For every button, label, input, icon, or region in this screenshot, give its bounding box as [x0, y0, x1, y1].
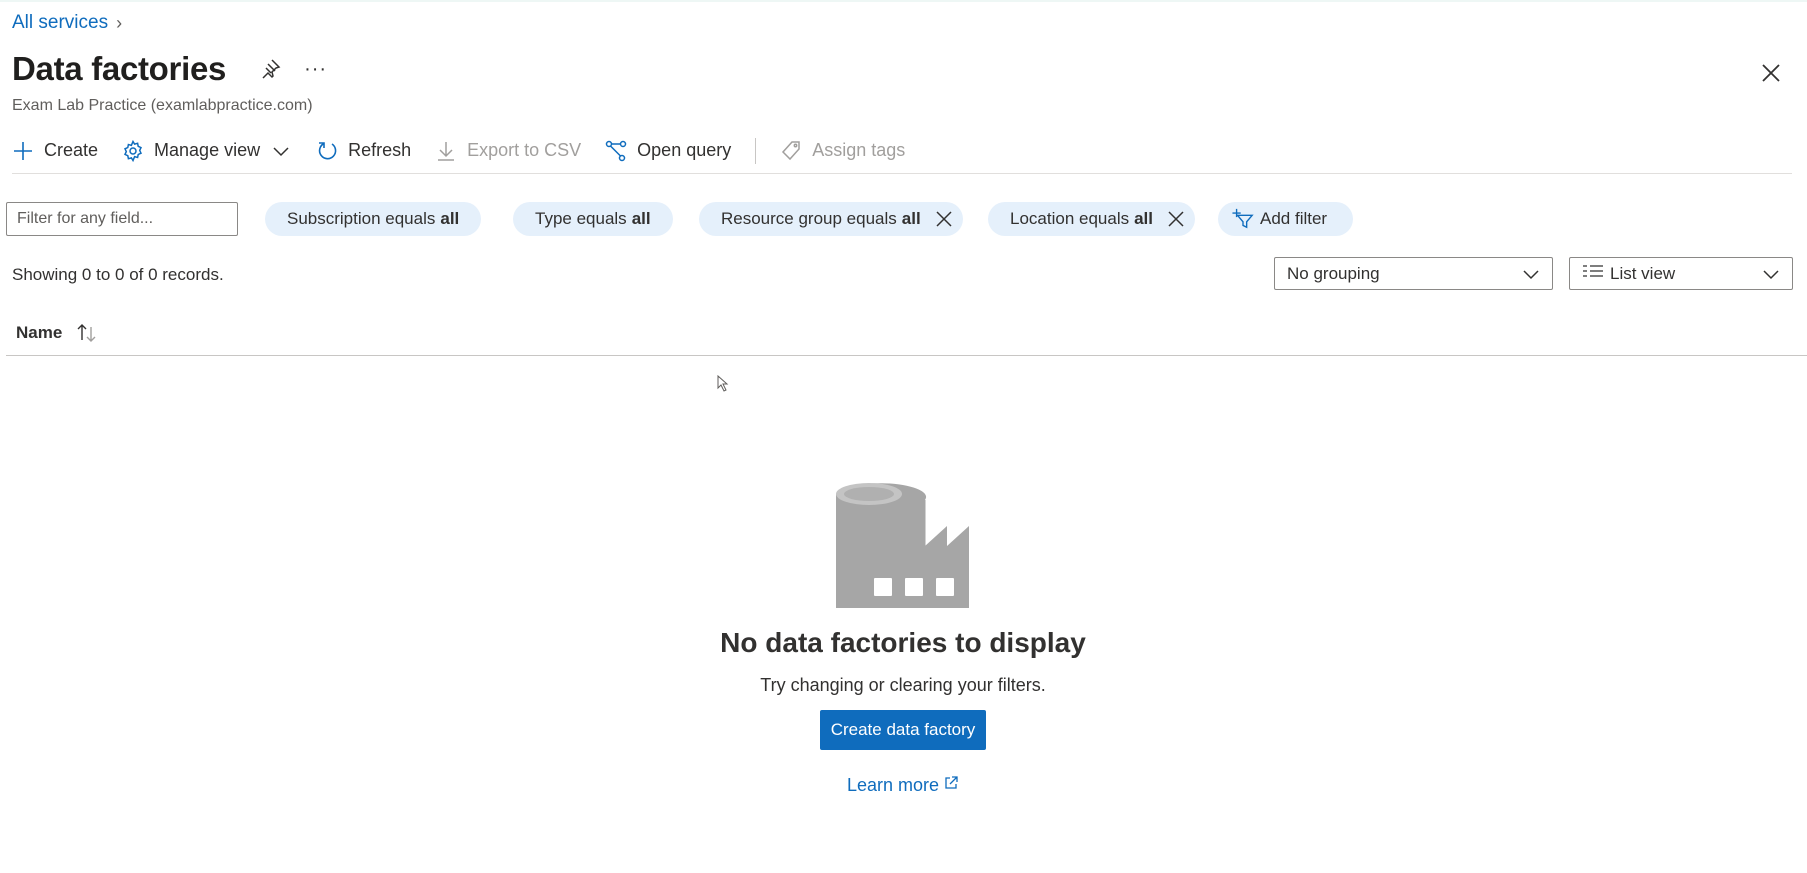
filter-pill-value: all — [1134, 209, 1153, 228]
filter-pill-value: all — [631, 209, 651, 228]
close-icon[interactable] — [1758, 60, 1784, 86]
breadcrumb-all-services-link[interactable]: All services — [12, 12, 108, 34]
learn-more-label: Learn more — [846, 775, 940, 795]
empty-state: No data factories to display Try changin… — [700, 480, 1106, 796]
remove-filter-icon[interactable] — [1167, 210, 1185, 228]
view-selected-wrap: List view — [1582, 263, 1675, 284]
open-query-label: Open query — [637, 140, 732, 160]
add-filter-button[interactable]: Add filter — [1218, 202, 1354, 236]
refresh-label: Refresh — [348, 140, 412, 160]
filter-pill-label: Type equals — [535, 209, 627, 228]
learn-more-link[interactable]: Learn more — [847, 775, 959, 796]
chevron-right-icon: › — [116, 12, 123, 33]
filter-pill-label: Resource group equals — [721, 209, 897, 228]
filter-pill-label: Subscription equals — [287, 209, 436, 228]
external-link-icon — [943, 775, 959, 796]
filter-pill-subscription[interactable]: Subscription equals all — [265, 202, 482, 236]
records-summary: Showing 0 to 0 of 0 records. — [12, 265, 224, 284]
data-factory-icon — [833, 480, 973, 621]
grouping-selected: No grouping — [1287, 263, 1380, 283]
gear-icon — [122, 139, 144, 162]
filter-pill-location[interactable]: Location equals all — [988, 202, 1195, 236]
view-selected: List view — [1610, 263, 1676, 283]
refresh-button[interactable]: Refresh — [316, 136, 411, 166]
download-icon — [435, 140, 457, 162]
chevron-down-icon — [1762, 265, 1780, 283]
filter-pill-resource-group[interactable]: Resource group equals all — [699, 202, 963, 236]
refresh-icon — [316, 140, 338, 162]
create-label: Create — [44, 140, 99, 160]
title-row: Data factories ··· — [12, 50, 327, 88]
query-icon — [605, 140, 627, 162]
pin-icon[interactable] — [258, 57, 282, 81]
filter-pill-type[interactable]: Type equals all — [513, 202, 673, 236]
more-options-icon[interactable]: ··· — [304, 58, 327, 81]
sort-icon[interactable] — [74, 322, 100, 344]
chevron-down-icon — [1522, 265, 1540, 283]
add-filter-label: Add filter — [1260, 209, 1328, 228]
plus-icon — [12, 140, 34, 162]
toolbar-divider — [755, 137, 757, 164]
filter-pill-label: Location equals — [1010, 209, 1130, 228]
table-header: Name — [6, 310, 1807, 356]
mouse-cursor-icon — [717, 375, 729, 392]
filter-input[interactable] — [6, 202, 238, 236]
assign-tags-label: Assign tags — [812, 140, 906, 160]
column-header-name[interactable]: Name — [16, 323, 62, 343]
view-dropdown[interactable]: List view — [1569, 257, 1793, 290]
empty-state-message: Try changing or clearing your filters. — [760, 675, 1046, 695]
export-csv-label: Export to CSV — [467, 140, 582, 160]
export-csv-button[interactable]: Export to CSV — [435, 136, 581, 166]
grouping-dropdown[interactable]: No grouping — [1274, 257, 1553, 290]
open-query-button[interactable]: Open query — [605, 136, 731, 166]
chevron-down-icon — [270, 140, 292, 162]
list-view-icon — [1582, 263, 1604, 284]
create-data-factory-button[interactable]: Create data factory — [819, 710, 987, 750]
filter-pill-value: all — [440, 209, 460, 228]
add-filter-icon — [1232, 208, 1254, 230]
page-subtitle: Exam Lab Practice (examlabpractice.com) — [12, 97, 313, 114]
assign-tags-button[interactable]: Assign tags — [780, 136, 905, 166]
empty-state-title: No data factories to display — [720, 627, 1086, 658]
manage-view-button[interactable]: Manage view — [122, 136, 292, 166]
page-title: Data factories — [12, 50, 227, 87]
tag-icon — [780, 140, 802, 162]
filter-pill-value: all — [901, 209, 921, 228]
remove-filter-icon[interactable] — [935, 210, 953, 228]
manage-view-label: Manage view — [154, 140, 261, 160]
toolbar: Create Manage view Refresh Export to CSV… — [12, 136, 1792, 174]
top-accent-line — [0, 0, 1807, 2]
breadcrumb: All services › — [12, 12, 122, 34]
create-button[interactable]: Create — [12, 136, 98, 166]
